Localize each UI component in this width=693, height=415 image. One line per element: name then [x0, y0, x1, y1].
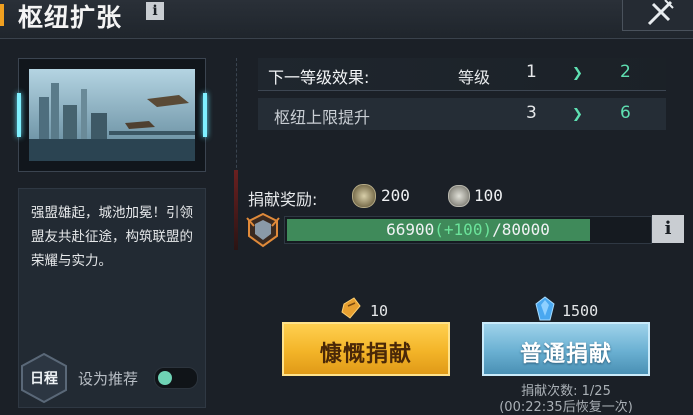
blue-crystal-icon: [534, 296, 556, 322]
page-title: 枢纽扩张: [18, 3, 123, 32]
schedule-label: 日程: [30, 371, 58, 387]
schedule-button[interactable]: 日程: [20, 352, 68, 404]
next-level-row: 下一等级效果: 等级 1 ❯ 2: [258, 58, 666, 91]
limit-row: 枢纽上限提升 3 ❯ 6: [258, 98, 666, 130]
recommend-toggle[interactable]: [154, 367, 198, 389]
next-level-label: 下一等级效果:: [268, 68, 370, 87]
description-text: 强盟雄起，城池加冕！引领盟友共赴征途，构筑联盟的荣耀与实力。: [31, 205, 193, 269]
generous-donate-label: 慷慨捐献: [319, 342, 412, 367]
normal-cost: 1500: [562, 302, 599, 320]
gold-token-icon: [340, 296, 362, 320]
title-info-button[interactable]: i: [146, 2, 164, 20]
close-button[interactable]: [622, 0, 693, 31]
progress-total: /80000: [492, 220, 550, 239]
normal-donate-label: 普通捐献: [519, 342, 612, 367]
reward-label: 捐献奖励:: [248, 190, 318, 209]
level-label: 等级: [458, 68, 491, 87]
header: 枢纽扩张 i: [0, 0, 693, 39]
progress-plus: (+100): [434, 220, 493, 239]
progress-current: 66900: [386, 220, 435, 239]
limit-from: 3: [526, 103, 537, 123]
silver-coin-icon: [448, 185, 470, 207]
frame-glow-left: [17, 93, 21, 137]
alliance-badge-icon: [246, 212, 280, 248]
progress-text: 66900(+100)/80000: [285, 220, 651, 239]
normal-donate-button[interactable]: 普通捐献: [482, 322, 650, 376]
progress-info-button[interactable]: i: [652, 215, 684, 243]
limit-label: 枢纽上限提升: [274, 108, 371, 127]
bronze-coin-icon: [352, 184, 376, 208]
recover-time: (00:22:35后恢复一次): [499, 400, 633, 415]
generous-cost: 10: [370, 302, 389, 320]
frame-glow-right: [203, 93, 207, 137]
donation-progress-bar: 66900(+100)/80000: [284, 216, 652, 244]
close-icon: [647, 0, 674, 26]
generous-donate-button[interactable]: 慷慨捐献: [282, 322, 450, 376]
reward-accent: [234, 170, 238, 250]
divider: [236, 58, 238, 178]
illustration-frame: [17, 58, 207, 172]
coin2-value: 100: [474, 186, 503, 205]
recommend-label: 设为推荐: [78, 370, 139, 388]
header-accent: [0, 4, 4, 26]
level-to: 2: [620, 62, 631, 82]
arrow-right-icon: ❯: [572, 107, 583, 122]
limit-to: 6: [620, 103, 631, 123]
city-illustration: [29, 69, 195, 161]
arrow-right-icon: ❯: [572, 66, 583, 81]
coin1-value: 200: [381, 186, 410, 205]
toggle-knob: [158, 371, 172, 385]
level-from: 1: [526, 62, 537, 82]
